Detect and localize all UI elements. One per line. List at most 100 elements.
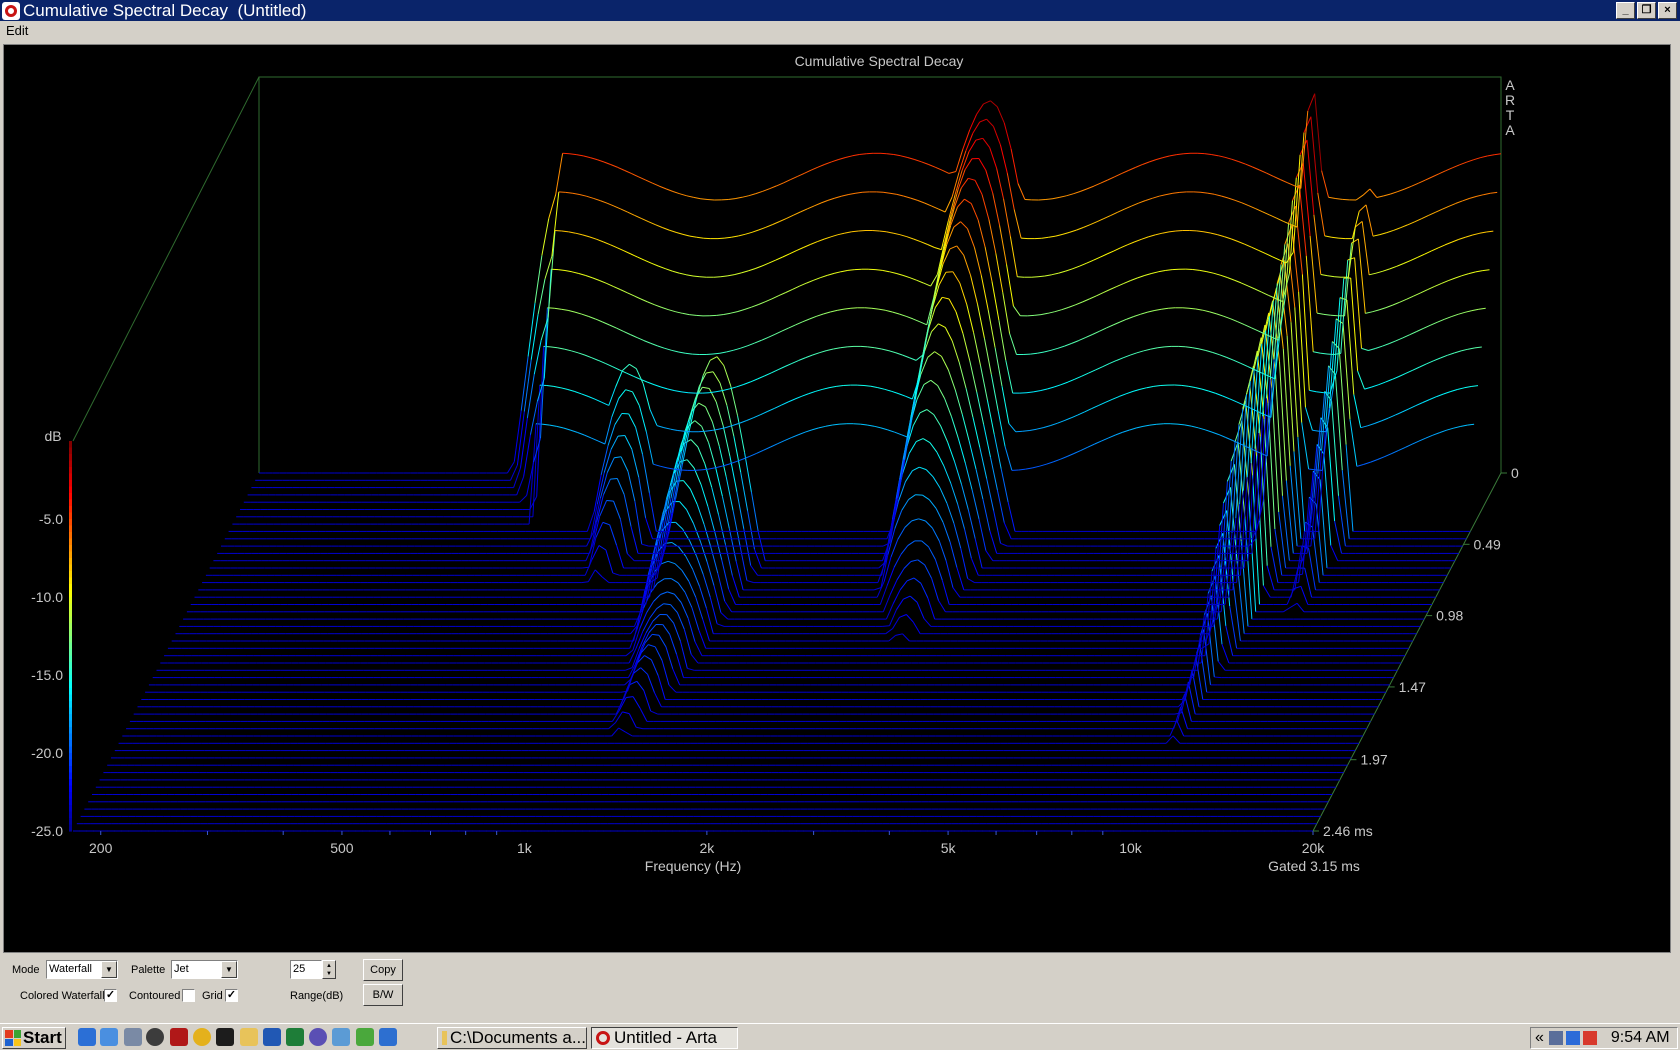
slice-segment: [668, 684, 677, 693]
slice-segment: [1176, 720, 1185, 737]
slice-segment: [650, 710, 658, 715]
slice-segment: [657, 578, 665, 584]
slice-segment: [669, 634, 678, 655]
slice-segment: [644, 655, 652, 661]
slice-segment: [676, 654, 684, 678]
slice-segment: [1214, 676, 1222, 679]
slice-segment: [667, 560, 676, 565]
slice-segment: [611, 710, 620, 722]
slice-segment: [681, 570, 690, 582]
minimize-button[interactable]: _: [1616, 2, 1635, 19]
restore-icon: ❐: [1641, 4, 1652, 16]
window-controls: _ ❐ ×: [1616, 2, 1677, 19]
slice-segment: [1174, 712, 1182, 715]
slice-segment: [888, 635, 896, 642]
slice-segment: [647, 674, 655, 693]
slice-segment: [687, 667, 695, 671]
slice-segment: [702, 618, 710, 642]
slice-segment: [678, 546, 687, 557]
slice-segment: [660, 591, 668, 595]
arta-app-icon[interactable]: [2, 1, 20, 20]
close-button[interactable]: ×: [1658, 2, 1677, 19]
slice-segment: [663, 603, 671, 606]
slice-segment: [625, 649, 634, 657]
slice-segment: [625, 667, 633, 671]
slice-segment: [618, 727, 626, 733]
slice-segment: [699, 586, 707, 609]
slice-segment: [1229, 606, 1238, 649]
slice-segment: [649, 608, 658, 619]
chart-title: Cumulative Spectral Decay: [795, 53, 964, 69]
slice-segment: [643, 690, 652, 712]
slice-segment: [673, 622, 681, 642]
slice-segment: [1189, 653, 1198, 686]
slice-segment: [662, 624, 671, 635]
slice-segment: [1217, 660, 1226, 671]
slice-segment: [1195, 657, 1204, 700]
slice-segment: [1172, 735, 1181, 744]
slice-segment: [1173, 706, 1182, 729]
slice-segment: [698, 629, 707, 649]
slice-segment: [902, 633, 910, 642]
slice-segment: [1221, 644, 1230, 664]
slice-segment: [1187, 681, 1196, 715]
title-bar: Cumulative Spectral Decay (Untitled) _ ❐…: [0, 0, 1680, 21]
slice-segment: [688, 581, 697, 598]
slice-segment: [691, 607, 700, 631]
menu-edit[interactable]: Edit: [6, 23, 28, 38]
close-icon: ×: [1664, 4, 1671, 16]
slice-segment: [676, 612, 685, 630]
slice-segment: [684, 591, 693, 608]
slice-segment: [690, 654, 699, 664]
z-axis-label: dB: [44, 428, 61, 444]
slice-segment: [1225, 625, 1234, 656]
slice-segment: [652, 614, 661, 622]
slice-segment: [626, 696, 634, 698]
slice-segment: [670, 578, 679, 584]
slice-segment: [705, 607, 714, 634]
back-wall: [258, 76, 1502, 473]
slice-segment: [652, 633, 660, 636]
slice-segment: [654, 646, 663, 661]
window-title: Cumulative Spectral Decay (Untitled): [23, 0, 307, 20]
slice-segment: [622, 711, 630, 715]
slice-segment: [895, 633, 903, 636]
slice-segment: [666, 614, 674, 624]
slice-segment: [608, 722, 616, 730]
slice-segment: [1165, 735, 1174, 744]
slice-segment: [694, 641, 703, 656]
slice-segment: [673, 593, 682, 603]
slice-segment: [653, 594, 661, 602]
slice-segment: [650, 659, 659, 676]
minimize-icon: _: [1622, 4, 1629, 16]
slice-segment: [661, 560, 669, 565]
slice-segment: [640, 667, 648, 675]
frame-edge-right: [1312, 472, 1502, 832]
slice-segment: [1191, 669, 1200, 707]
slice-segment: [648, 644, 656, 648]
slice-segment: [679, 640, 688, 669]
slice-segment: [661, 660, 670, 686]
waterfall-chart: Cumulative Spectral Decay Frequency (Hz)…: [31, 53, 1519, 874]
slice-segment: [1218, 555, 1227, 626]
slice-segment: [632, 696, 641, 709]
slice-segment: [636, 726, 644, 730]
slice-segment: [628, 713, 637, 728]
menu-bar: Edit: [0, 21, 1680, 42]
plot-frame: [72, 76, 1502, 832]
slice-segment: [695, 596, 704, 620]
restore-button[interactable]: ❐: [1637, 2, 1656, 19]
slice-segment: [636, 680, 645, 691]
slice-segment: [654, 692, 662, 708]
slice-segment: [657, 675, 666, 700]
slice-segment: [692, 569, 700, 587]
slice-segment: [672, 668, 681, 686]
slice-segment: [658, 634, 667, 647]
gated-label: Gated 3.15 ms: [1268, 858, 1360, 874]
slice-37: [118, 735, 1359, 744]
waterfall-plot: Cumulative Spectral Decay Frequency (Hz)…: [3, 44, 1671, 953]
slice-segment: [611, 727, 619, 737]
slice-segment: [665, 646, 674, 670]
slice-segment: [683, 629, 692, 655]
slice-segment: [674, 563, 683, 571]
